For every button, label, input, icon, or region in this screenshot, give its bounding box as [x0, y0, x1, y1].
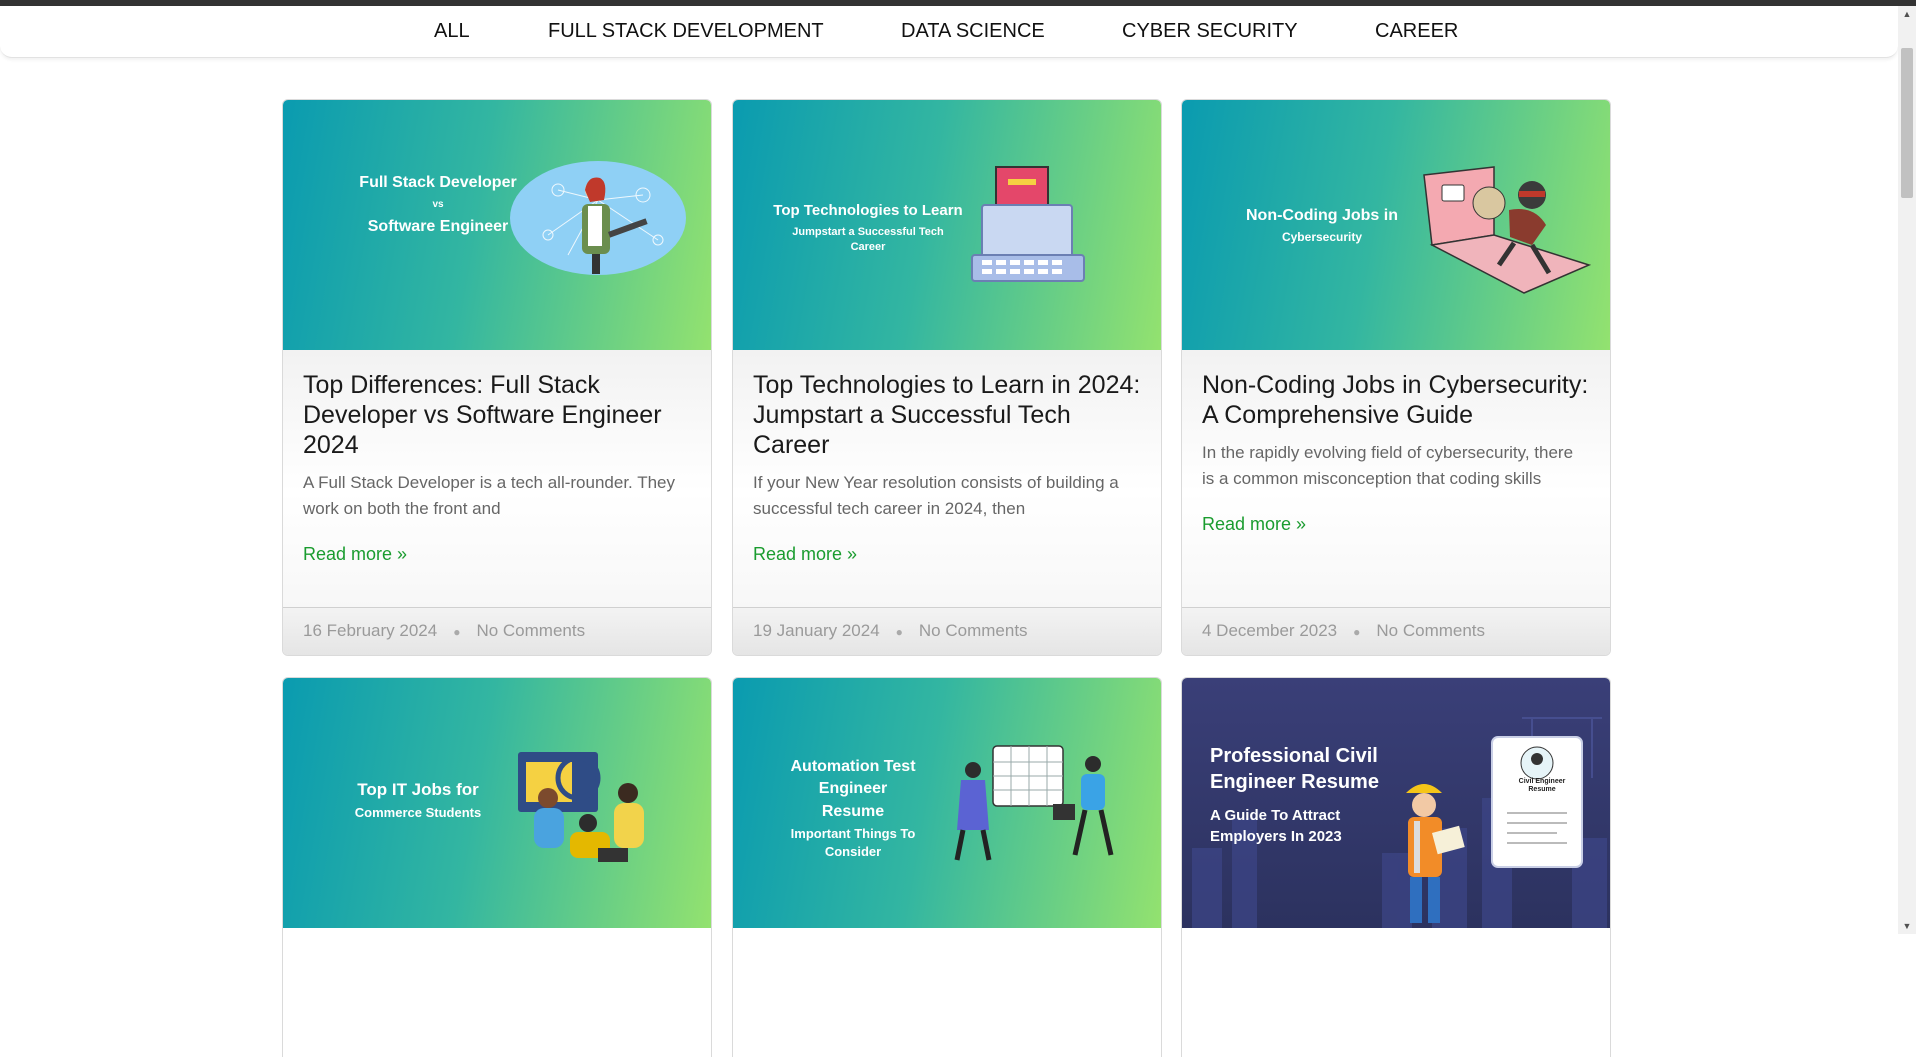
- post-thumbnail[interactable]: Full Stack Developer vs Software Enginee…: [283, 100, 711, 350]
- thumbnail-title: Top Technologies to Learn: [773, 202, 963, 219]
- thumbnail-subtitle: A Guide To Attract Employers In 2023: [1210, 807, 1342, 845]
- engineer-with-resume-icon: [1406, 736, 1583, 923]
- developer-illustration-icon: [510, 161, 686, 275]
- post-comments[interactable]: No Comments: [919, 621, 1028, 640]
- read-more-link[interactable]: Read more »: [1202, 514, 1306, 535]
- post-excerpt: If your New Year resolution consists of …: [753, 473, 1119, 518]
- page-scrollbar[interactable]: ▲ ▼: [1898, 6, 1916, 934]
- nav-item-full-stack-development[interactable]: FULL STACK DEVELOPMENT: [548, 20, 824, 43]
- post-comments[interactable]: No Comments: [1376, 621, 1485, 640]
- post-thumbnail[interactable]: Professional Civil Engineer Resume A Gui…: [1182, 678, 1610, 928]
- post-title[interactable]: Non-Coding Jobs in Cybersecurity: A Comp…: [1202, 370, 1590, 430]
- post-body: Top Differences: Full Stack Developer vs…: [283, 350, 711, 608]
- post-thumbnail[interactable]: Non-Coding Jobs in Cybersecurity: [1182, 100, 1610, 350]
- thumbnail-subtitle: Commerce Students: [354, 804, 482, 820]
- post-comments[interactable]: No Comments: [476, 621, 585, 640]
- separator-dot-icon: ●: [453, 624, 461, 639]
- nav-item-career[interactable]: CAREER: [1375, 20, 1458, 43]
- post-excerpt: In the rapidly evolving field of cyberse…: [1202, 443, 1574, 488]
- read-more-link[interactable]: Read more »: [303, 544, 407, 565]
- category-nav: ALL FULL STACK DEVELOPMENT DATA SCIENCE …: [0, 6, 1898, 58]
- scroll-down-arrow-icon[interactable]: ▼: [1898, 918, 1916, 934]
- post-card: Top Technologies to Learn Jumpstart a Su…: [732, 99, 1162, 656]
- nav-item-data-science[interactable]: DATA SCIENCE: [901, 20, 1045, 43]
- thumbnail-subtitle: Important Things To Consider: [790, 826, 916, 860]
- thumbnail-title: Professional Civil Engineer Resume: [1210, 745, 1379, 793]
- laptop-with-book-icon: [971, 166, 1085, 282]
- post-thumbnail[interactable]: Top IT Jobs for Commerce Students: [283, 678, 711, 928]
- resume-team-illustration-icon: [954, 745, 1114, 861]
- post-card: Top IT Jobs for Commerce Students: [282, 677, 712, 1057]
- team-illustration-icon: [518, 752, 644, 862]
- post-card: Professional Civil Engineer Resume A Gui…: [1181, 677, 1611, 1057]
- thumbnail-title: Automation Test Engineer Resume: [790, 758, 916, 820]
- nav-item-all[interactable]: ALL: [434, 20, 470, 43]
- post-body: Non-Coding Jobs in Cybersecurity: A Comp…: [1182, 350, 1610, 608]
- thumbnail-title: Top IT Jobs for: [357, 780, 479, 799]
- post-title[interactable]: Top Differences: Full Stack Developer vs…: [303, 370, 691, 460]
- scrollbar-thumb[interactable]: [1901, 48, 1913, 198]
- post-thumbnail[interactable]: Automation Test Engineer Resume Importan…: [733, 678, 1161, 928]
- scroll-up-arrow-icon[interactable]: ▲: [1898, 6, 1916, 22]
- read-more-link[interactable]: Read more »: [753, 544, 857, 565]
- post-excerpt: A Full Stack Developer is a tech all-rou…: [303, 473, 675, 518]
- post-date: 16 February 2024: [303, 621, 438, 640]
- post-meta: 16 February 2024 ● No Comments: [283, 607, 711, 655]
- post-date: 19 January 2024: [753, 621, 880, 640]
- thumbnail-title: Non-Coding Jobs in: [1246, 207, 1398, 224]
- post-card: Full Stack Developer vs Software Enginee…: [282, 99, 712, 656]
- thumbnail-subtitle: Jumpstart a Successful Tech Career: [792, 226, 944, 254]
- post-title[interactable]: Top Technologies to Learn in 2024: Jumps…: [753, 370, 1141, 460]
- nav-item-cyber-security[interactable]: CYBER SECURITY: [1122, 20, 1298, 43]
- separator-dot-icon: ●: [895, 624, 903, 639]
- hacker-laptop-icon: [1423, 166, 1592, 294]
- post-thumbnail[interactable]: Top Technologies to Learn Jumpstart a Su…: [733, 100, 1161, 350]
- post-meta: 19 January 2024 ● No Comments: [733, 607, 1161, 655]
- post-meta: 4 December 2023 ● No Comments: [1182, 607, 1610, 655]
- thumbnail-doc-label: Civil Engineer Resume: [1518, 778, 1566, 794]
- post-body: Top Technologies to Learn in 2024: Jumps…: [733, 350, 1161, 608]
- separator-dot-icon: ●: [1353, 624, 1361, 639]
- post-date: 4 December 2023: [1202, 621, 1338, 640]
- thumbnail-subtitle: Cybersecurity: [1281, 230, 1363, 245]
- post-card: Automation Test Engineer Resume Importan…: [732, 677, 1162, 1057]
- post-card: Non-Coding Jobs in Cybersecurity Non-Cod…: [1181, 99, 1611, 656]
